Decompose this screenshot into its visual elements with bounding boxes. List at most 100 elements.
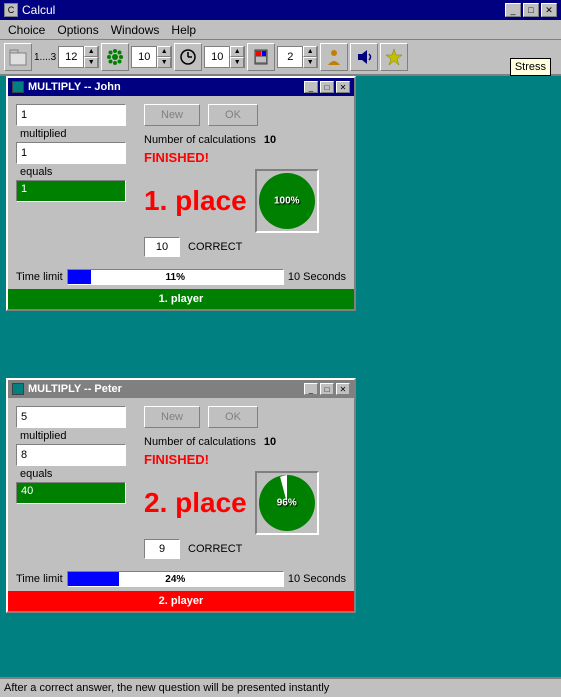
peter-num-calcs: Number of calculations 10 [144,436,276,448]
icon-btn-3[interactable] [247,43,275,71]
peter-inputs: multiplied equals 40 [16,406,136,559]
spinner4-arrows: ▲ ▼ [302,46,317,68]
toolbar: 1....3 12 ▲ ▼ 10 ▲ ▼ [0,40,561,76]
icon-btn-5[interactable] [350,43,378,71]
john-equals-label: equals [20,166,136,178]
peter-correct-val: 9 [144,539,180,559]
close-button[interactable]: ✕ [541,3,557,17]
peter-place: 2. place [144,487,247,519]
john-ok-button[interactable]: OK [208,104,258,126]
peter-maximize[interactable]: □ [320,383,334,395]
john-num-label: Number of calculations [144,134,256,146]
john-content: multiplied equals 1 New OK Number of cal… [8,96,354,265]
app-title: Calcul [22,3,55,17]
john-buttons: New OK [144,104,258,126]
john-num-calcs: Number of calculations 10 [144,134,276,146]
john-window-icon [12,81,24,93]
menu-help[interactable]: Help [165,21,202,39]
peter-buttons: New OK [144,406,258,428]
menu-choice[interactable]: Choice [2,21,51,39]
peter-answer-value: 40 [21,485,33,497]
john-correct-row: 10 CORRECT [144,237,242,257]
spinner4-up[interactable]: ▲ [303,46,317,57]
peter-correct-label: CORRECT [188,543,242,555]
john-time-label: Time limit [16,271,63,283]
peter-pie-label: 96% [277,498,297,509]
star-icon [105,47,125,67]
peter-new-button[interactable]: New [144,406,200,428]
flag-icon [251,47,271,67]
clock-button[interactable] [174,43,202,71]
sound-icon [354,47,374,67]
menu-options[interactable]: Options [51,21,104,39]
peter-ok-button[interactable]: OK [208,406,258,428]
icon-btn-2[interactable] [101,43,129,71]
open-button[interactable] [4,43,32,71]
peter-answer: 40 [16,482,126,504]
main-title-bar: C Calcul _ □ ✕ [0,0,561,20]
spinner1-value[interactable]: 12 [59,51,83,63]
spinner3-up[interactable]: ▲ [230,46,244,57]
john-time-row: Time limit 11% 10 Seconds [8,265,354,289]
peter-time-text: 24% [68,572,283,586]
john-correct-label: CORRECT [188,241,242,253]
peter-close[interactable]: ✕ [336,383,350,395]
spinner4-value[interactable]: 2 [278,51,302,63]
spinner2-value[interactable]: 10 [132,51,156,63]
john-new-button[interactable]: New [144,104,200,126]
clock-icon [178,47,198,67]
john-input1[interactable] [16,104,126,126]
john-title-left: MULTIPLY -- John [12,81,121,93]
spinner1-down[interactable]: ▼ [84,57,98,68]
john-time-seconds: 10 Seconds [288,271,346,283]
peter-pie-border: 96% [255,471,319,535]
john-title-label: MULTIPLY -- John [28,81,121,93]
person-icon [324,47,344,67]
spinner2-down[interactable]: ▼ [157,57,171,68]
minimize-button[interactable]: _ [505,3,521,17]
peter-input1[interactable] [16,406,126,428]
spinner2[interactable]: 10 ▲ ▼ [131,46,172,68]
peter-finished: FINISHED! [144,452,209,467]
title-bar-left: C Calcul [4,3,55,17]
john-time-text: 11% [68,270,283,284]
menu-windows[interactable]: Windows [105,21,166,39]
title-bar-buttons: _ □ ✕ [505,3,557,17]
john-multiplied-label: multiplied [20,128,136,140]
john-status: 1. player [8,289,354,309]
icon-btn-4[interactable] [320,43,348,71]
john-close[interactable]: ✕ [336,81,350,93]
john-place-row: 1. place 100% [144,169,319,233]
john-answer: 1 [16,180,126,202]
star2-icon [384,47,404,67]
spinner2-up[interactable]: ▲ [157,46,171,57]
spinner3-arrows: ▲ ▼ [229,46,244,68]
john-correct-val: 10 [144,237,180,257]
peter-time-label: Time limit [16,573,63,585]
maximize-button[interactable]: □ [523,3,539,17]
peter-place-row: 2. place 96% [144,471,319,535]
peter-title-buttons: _ □ ✕ [304,383,350,395]
peter-time-row: Time limit 24% 10 Seconds [8,567,354,591]
spinner3-down[interactable]: ▼ [230,57,244,68]
john-input2[interactable] [16,142,126,164]
spinner1[interactable]: 12 ▲ ▼ [58,46,99,68]
spinner1-up[interactable]: ▲ [84,46,98,57]
john-window: MULTIPLY -- John _ □ ✕ multiplied equals… [6,76,356,311]
icon-btn-6[interactable] [380,43,408,71]
john-time-bar: 11% [67,269,284,285]
spinner4[interactable]: 2 ▲ ▼ [277,46,318,68]
peter-window-icon [12,383,24,395]
spinner3[interactable]: 10 ▲ ▼ [204,46,245,68]
stress-tooltip: Stress [510,58,551,76]
john-maximize[interactable]: □ [320,81,334,93]
john-num-value: 10 [264,134,276,146]
john-answer-value: 1 [21,183,27,195]
peter-input2[interactable] [16,444,126,466]
spinner3-value[interactable]: 10 [205,51,229,63]
john-title-bar: MULTIPLY -- John _ □ ✕ [8,78,354,96]
john-minimize[interactable]: _ [304,81,318,93]
peter-minimize[interactable]: _ [304,383,318,395]
peter-content: multiplied equals 40 New OK Number of ca… [8,398,354,567]
spinner4-down[interactable]: ▼ [303,57,317,68]
